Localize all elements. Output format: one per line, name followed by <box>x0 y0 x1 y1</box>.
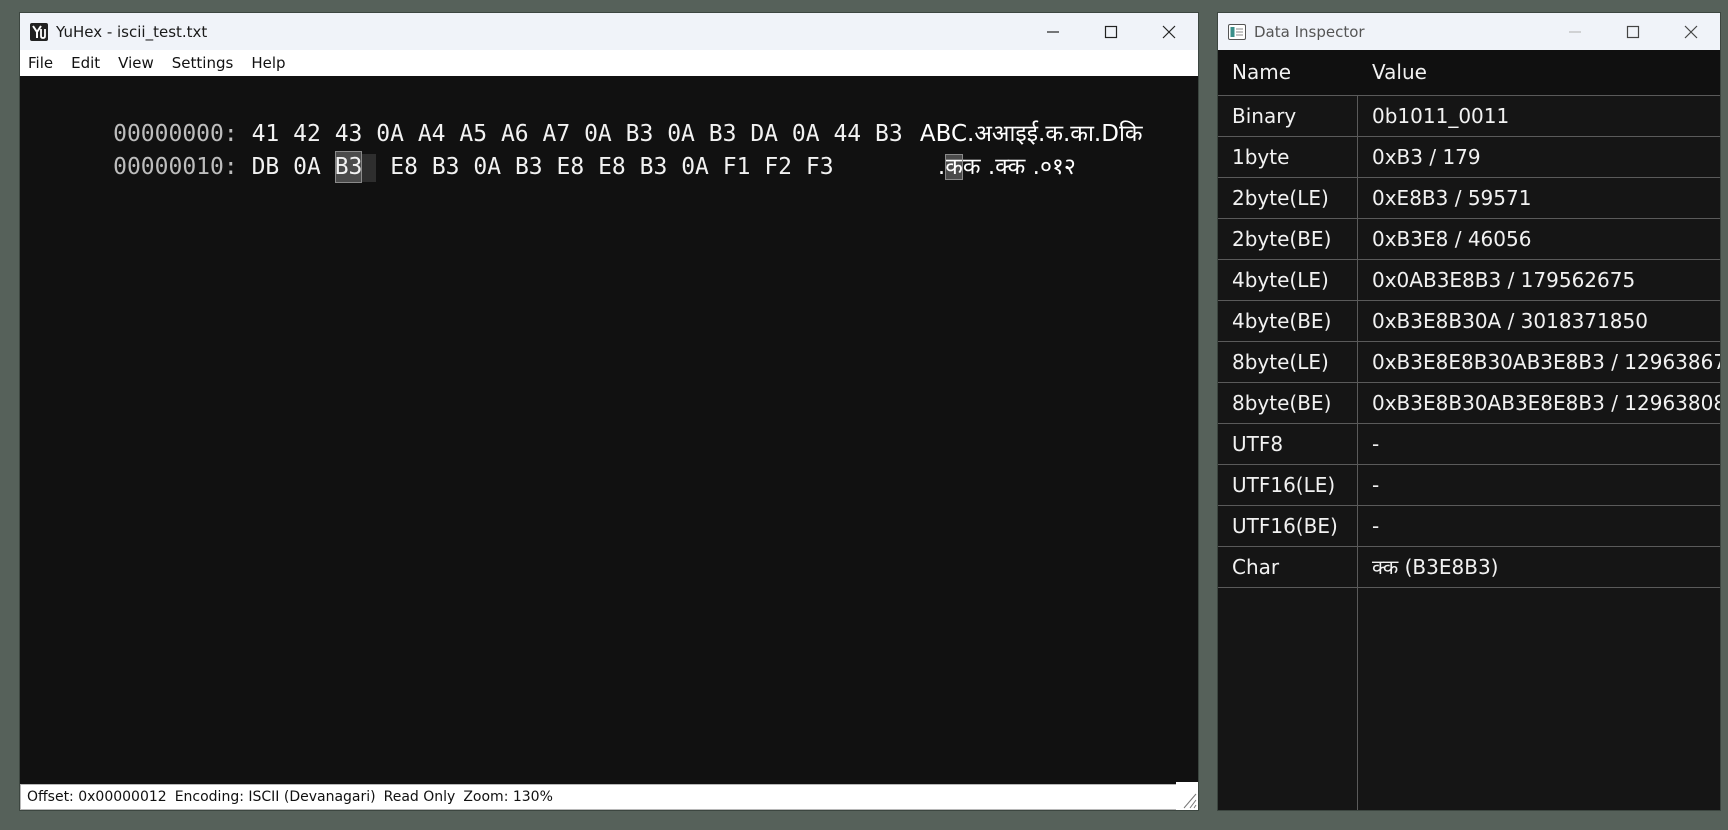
cell-name: 8byte(BE) <box>1232 391 1332 415</box>
maximize-icon <box>1626 25 1640 38</box>
status-mode: Read Only <box>383 789 456 805</box>
hex-byte[interactable]: 44 <box>833 118 861 150</box>
cell-name: 8byte(LE) <box>1232 350 1329 374</box>
window-app-icon <box>1228 23 1246 40</box>
resize-grip-icon[interactable] <box>1176 782 1198 810</box>
status-encoding: Encoding: ISCII (Devanagari) <box>174 789 376 805</box>
maximize-button[interactable] <box>1604 13 1662 50</box>
cell-name: 4byte(LE) <box>1232 268 1329 292</box>
cell-value: 0xB3E8 / 46056 <box>1372 227 1532 251</box>
data-inspector-window: Data Inspector Name Value Binary 0b1011_0… <box>1218 13 1720 810</box>
table-row[interactable]: 1byte 0xB3 / 179 <box>1218 137 1720 178</box>
row-bytes: DB 0A B3 E8 B3 0A B3 E8 E8 B3 0A F1 F2 F… <box>252 151 834 183</box>
hex-byte[interactable]: 0A <box>473 151 501 183</box>
cell-value: 0x0AB3E8B3 / 179562675 <box>1372 268 1636 292</box>
row-offset: 00000010: <box>113 154 238 180</box>
table-row[interactable]: Binary 0b1011_0011 <box>1218 96 1720 137</box>
hex-byte[interactable]: F3 <box>806 151 834 183</box>
hex-editor-window: YuHex - iscii_test.txt File Edit View Se… <box>20 13 1198 810</box>
hex-byte[interactable]: B3 <box>432 151 460 183</box>
cell-value: 0xB3E8E8B30AB3E8B3 / 1296386738 <box>1372 350 1720 374</box>
cell-value: 0xB3E8B30AB3E8E8B3 / 1296380838 <box>1372 391 1720 415</box>
maximize-icon <box>1104 25 1118 38</box>
hex-byte[interactable]: 0A <box>293 151 321 183</box>
cell-name: Binary <box>1232 104 1297 128</box>
row-text[interactable]: ABC.अआइई.क.का.Dकि <box>876 86 1143 147</box>
hex-byte[interactable]: F2 <box>764 151 792 183</box>
status-bar: Offset: 0x00000012 Encoding: ISCII (Deva… <box>20 784 1186 810</box>
cell-name: 4byte(BE) <box>1232 309 1332 333</box>
table-row[interactable]: UTF16(LE) - <box>1218 465 1720 506</box>
minimize-button[interactable] <box>1024 13 1082 50</box>
cell-name: 2byte(BE) <box>1232 227 1332 251</box>
cell-value: 0xB3E8B30A / 3018371850 <box>1372 309 1648 333</box>
editor-titlebar[interactable]: YuHex - iscii_test.txt <box>20 13 1198 50</box>
row-text[interactable]: .कक .क्क .०१२ <box>894 119 1076 180</box>
table-row[interactable]: 8byte(LE) 0xB3E8E8B30AB3E8B3 / 1296386738 <box>1218 342 1720 383</box>
inspector-titlebar[interactable]: Data Inspector <box>1218 13 1720 50</box>
hex-byte[interactable]: E8 <box>598 151 626 183</box>
selected-byte[interactable]: B3 <box>334 151 363 183</box>
maximize-button[interactable] <box>1082 13 1140 50</box>
menu-help[interactable]: Help <box>242 54 294 72</box>
text-cursor-char: क <box>945 154 963 180</box>
menu-bar: File Edit View Settings Help <box>20 50 1198 76</box>
row-text-after: क .क्क .०१२ <box>962 154 1076 180</box>
cell-name: 1byte <box>1232 145 1290 169</box>
table-row[interactable]: UTF8 - <box>1218 424 1720 465</box>
close-button[interactable] <box>1662 13 1720 50</box>
close-button[interactable] <box>1140 13 1198 50</box>
hex-view[interactable]: 00000000: 41 42 43 0A A4 A5 A6 A7 0A B3 … <box>20 76 1198 782</box>
yuhex-logo-icon <box>30 22 48 41</box>
status-offset: Offset: 0x00000012 <box>27 789 167 805</box>
close-icon <box>1162 25 1176 38</box>
cell-name: UTF16(LE) <box>1232 473 1336 497</box>
hex-row: 00000000: 41 42 43 0A A4 A5 A6 A7 0A B3 … <box>30 86 903 147</box>
cell-value: - <box>1372 514 1380 538</box>
cell-value: 0xB3 / 179 <box>1372 145 1481 169</box>
hex-row: 00000010: DB 0A B3 E8 B3 0A B3 E8 E8 B3 … <box>30 119 834 183</box>
menu-settings[interactable]: Settings <box>163 54 243 72</box>
hex-byte[interactable]: E8 <box>390 151 418 183</box>
status-zoom: Zoom: 130% <box>463 789 553 805</box>
cell-name: UTF16(BE) <box>1232 514 1338 538</box>
cell-name: Char <box>1232 555 1280 579</box>
hex-byte[interactable]: DB <box>252 151 280 183</box>
header-name[interactable]: Name <box>1232 50 1291 95</box>
cell-value: 0xE8B3 / 59571 <box>1372 186 1532 210</box>
minimize-button[interactable] <box>1546 13 1604 50</box>
minimize-icon <box>1047 30 1059 33</box>
cell-value: - <box>1372 473 1380 497</box>
table-row[interactable]: 8byte(BE) 0xB3E8B30AB3E8E8B3 / 1296380838 <box>1218 383 1720 424</box>
cell-name: 2byte(LE) <box>1232 186 1329 210</box>
menu-edit[interactable]: Edit <box>62 54 109 72</box>
cell-name: UTF8 <box>1232 432 1284 456</box>
table-header: Name Value <box>1218 50 1720 96</box>
table-row[interactable]: 2byte(LE) 0xE8B3 / 59571 <box>1218 178 1720 219</box>
menu-view[interactable]: View <box>109 54 163 72</box>
hex-byte[interactable]: F1 <box>723 151 751 183</box>
hex-byte[interactable]: E8 <box>557 151 585 183</box>
table-row[interactable]: 2byte(BE) 0xB3E8 / 46056 <box>1218 219 1720 260</box>
hex-byte[interactable]: B3 <box>640 151 668 183</box>
close-icon <box>1684 25 1698 38</box>
inspector-table: Name Value Binary 0b1011_0011 1byte 0xB3 / … <box>1218 50 1720 810</box>
hex-byte[interactable]: B3 <box>515 151 543 183</box>
table-row[interactable]: Char क्क (B3E8B3) <box>1218 547 1720 588</box>
table-row[interactable]: UTF16(BE) - <box>1218 506 1720 547</box>
cell-value: 0b1011_0011 <box>1372 104 1510 128</box>
table-row[interactable]: 4byte(LE) 0x0AB3E8B3 / 179562675 <box>1218 260 1720 301</box>
cell-value: क्क (B3E8B3) <box>1372 555 1499 579</box>
inspector-window-title: Data Inspector <box>1254 22 1365 41</box>
cell-value: - <box>1372 432 1380 456</box>
header-value[interactable]: Value <box>1372 50 1427 95</box>
editor-window-title: YuHex - iscii_test.txt <box>56 22 208 41</box>
selection-extent <box>362 153 377 182</box>
table-row[interactable]: 4byte(BE) 0xB3E8B30A / 3018371850 <box>1218 301 1720 342</box>
minimize-icon <box>1569 30 1581 33</box>
menu-file[interactable]: File <box>20 54 62 72</box>
hex-byte[interactable]: 0A <box>681 151 709 183</box>
